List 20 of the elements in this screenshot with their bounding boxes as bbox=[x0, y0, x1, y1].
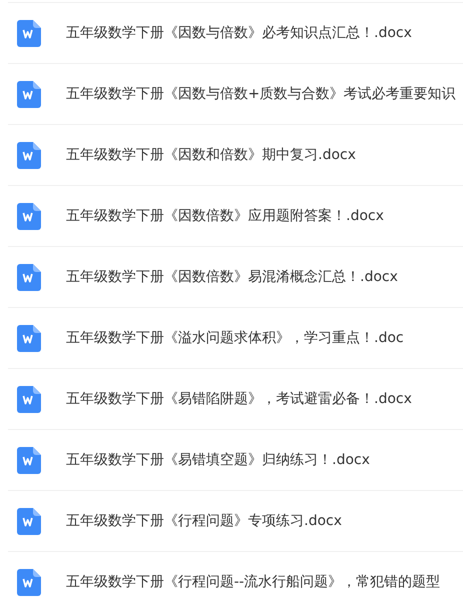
file-name-link[interactable]: 五年级数学下册《因数倍数》应用题附答案！.docx bbox=[66, 207, 384, 225]
file-name-link[interactable]: 五年级数学下册《因数与倍数+质数与合数》考试必考重要知识 bbox=[66, 85, 456, 103]
file-name-link[interactable]: 五年级数学下册《因数与倍数》必考知识点汇总！.docx bbox=[66, 24, 412, 42]
word-document-icon bbox=[17, 20, 41, 46]
word-document-icon bbox=[17, 508, 41, 534]
word-document-icon bbox=[17, 386, 41, 412]
file-name-link[interactable]: 五年级数学下册《溢水问题求体积》，学习重点！.doc bbox=[66, 329, 404, 347]
file-name-link[interactable]: 五年级数学下册《因数倍数》易混淆概念汇总！.docx bbox=[66, 268, 398, 286]
word-document-icon bbox=[17, 202, 41, 230]
word-document-icon bbox=[17, 80, 41, 108]
file-name-link[interactable]: 五年级数学下册《易错填空题》归纳练习！.docx bbox=[66, 451, 370, 469]
file-name-link[interactable]: 五年级数学下册《行程问题--流水行船问题》，常犯错的题型 bbox=[66, 573, 440, 591]
word-document-icon bbox=[17, 568, 41, 596]
file-name-link[interactable]: 五年级数学下册《易错陷阱题》，考试避雷必备！.docx bbox=[66, 390, 412, 408]
word-document-icon bbox=[17, 142, 41, 168]
word-document-icon bbox=[17, 324, 41, 352]
word-document-icon bbox=[17, 264, 41, 290]
file-name-link[interactable]: 五年级数学下册《行程问题》专项练习.docx bbox=[66, 512, 342, 530]
file-name-link[interactable]: 五年级数学下册《因数和倍数》期中复习.docx bbox=[66, 146, 356, 164]
word-document-icon bbox=[17, 446, 41, 474]
